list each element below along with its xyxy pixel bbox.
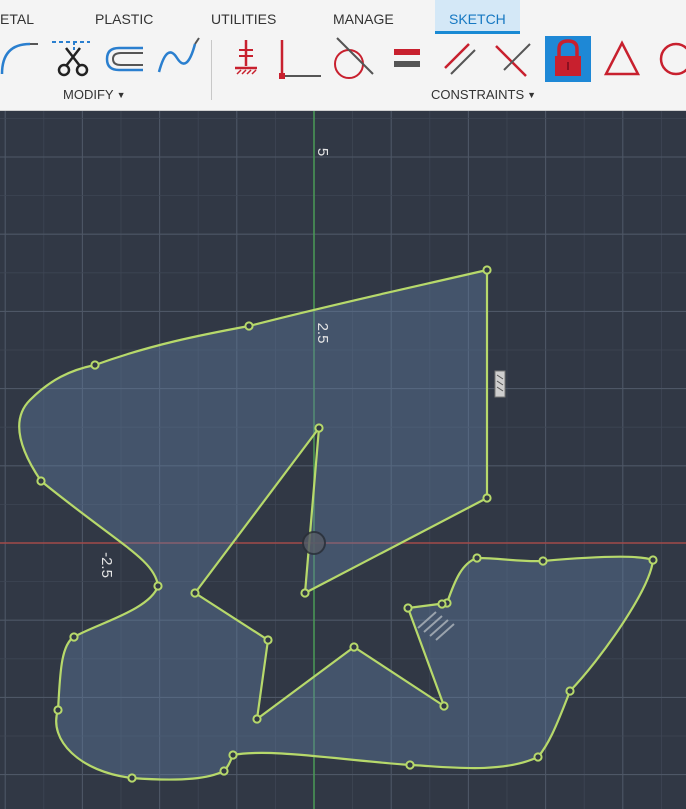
sketch-point[interactable]	[472, 553, 482, 563]
constraints-group-label[interactable]: CONSTRAINTS ▼	[431, 87, 536, 102]
sketch-point[interactable]	[90, 360, 100, 370]
spline-icon	[157, 37, 200, 73]
spline-tool-button[interactable]	[155, 36, 201, 82]
sketch-point[interactable]	[300, 588, 310, 598]
offset-icon	[105, 46, 143, 72]
origin-point-icon[interactable]	[302, 531, 326, 555]
trim-icon	[52, 41, 90, 77]
circle-constraint-button[interactable]	[652, 36, 686, 82]
tab-sheet-metal[interactable]: ETAL	[0, 0, 48, 34]
sketch-point[interactable]	[482, 493, 492, 503]
sketch-point[interactable]	[314, 423, 324, 433]
sketch-point[interactable]	[190, 588, 200, 598]
parallel-constraint-button[interactable]	[437, 36, 483, 82]
tab-sketch[interactable]: SKETCH	[435, 0, 520, 34]
sketch-point[interactable]	[405, 760, 415, 770]
equal-constraint-button[interactable]	[384, 36, 430, 82]
modify-group-label[interactable]: MODIFY ▼	[63, 87, 125, 102]
horizontal-vertical-constraint-button[interactable]	[223, 36, 269, 82]
chevron-down-icon: ▼	[116, 90, 126, 100]
axis-label-x-neg: -2.5	[98, 552, 115, 578]
sketch-point[interactable]	[244, 321, 254, 331]
perpendicular-constraint-button[interactable]	[490, 36, 536, 82]
tab-plastic[interactable]: PLASTIC	[81, 0, 167, 34]
equal-icon	[394, 49, 420, 67]
sketch-point[interactable]	[349, 642, 359, 652]
ribbon-toolbar: ETAL PLASTIC UTILITIES MANAGE SKETCH MOD	[0, 0, 686, 111]
triangle-icon	[603, 40, 641, 76]
axis-label-y-top: 5	[314, 148, 331, 156]
fix-constraint-button[interactable]	[545, 36, 591, 82]
axis-label-y-mid: 2.5	[314, 323, 331, 344]
sketch-point[interactable]	[228, 750, 238, 760]
sketch-canvas[interactable]: 5 2.5 -2.5	[0, 111, 686, 809]
lock-icon	[555, 39, 581, 76]
offset-tool-button[interactable]	[101, 36, 147, 82]
vertical-constraint-icon[interactable]	[494, 370, 506, 398]
sketch-point[interactable]	[127, 773, 137, 783]
coincident-icon	[279, 40, 321, 79]
sketch-point[interactable]	[565, 686, 575, 696]
sketch-point[interactable]	[533, 752, 543, 762]
group-divider	[211, 40, 212, 100]
sketch-point[interactable]	[538, 556, 548, 566]
fillet-tool-button[interactable]	[0, 36, 40, 82]
tab-utilities[interactable]: UTILITIES	[197, 0, 290, 34]
sketch-point[interactable]	[263, 635, 273, 645]
sketch-point[interactable]	[219, 766, 229, 776]
sketch-point[interactable]	[439, 701, 449, 711]
symmetry-constraint-button[interactable]	[599, 36, 645, 82]
modify-label: MODIFY	[63, 87, 114, 102]
fillet-icon	[0, 42, 38, 75]
chevron-down-icon: ▼	[527, 90, 537, 100]
sketch-point[interactable]	[648, 555, 658, 565]
constraints-label: CONSTRAINTS	[431, 87, 525, 102]
tab-manage[interactable]: MANAGE	[319, 0, 408, 34]
trim-tool-button[interactable]	[50, 36, 96, 82]
perpendicular-icon	[495, 43, 531, 77]
parallel-icon	[444, 43, 476, 75]
sketch-point[interactable]	[403, 603, 413, 613]
sketch-point[interactable]	[437, 599, 447, 609]
sketch-point[interactable]	[53, 705, 63, 715]
tangent-icon	[334, 37, 374, 79]
horizontal-vertical-icon	[235, 40, 257, 75]
sketch-point[interactable]	[252, 714, 262, 724]
coincident-constraint-button[interactable]	[277, 36, 323, 82]
sketch-point[interactable]	[482, 265, 492, 275]
tangent-constraint-button[interactable]	[329, 36, 375, 82]
sketch-point[interactable]	[153, 581, 163, 591]
sketch-point[interactable]	[36, 476, 46, 486]
sketch-point[interactable]	[69, 632, 79, 642]
circle-icon	[659, 42, 686, 76]
